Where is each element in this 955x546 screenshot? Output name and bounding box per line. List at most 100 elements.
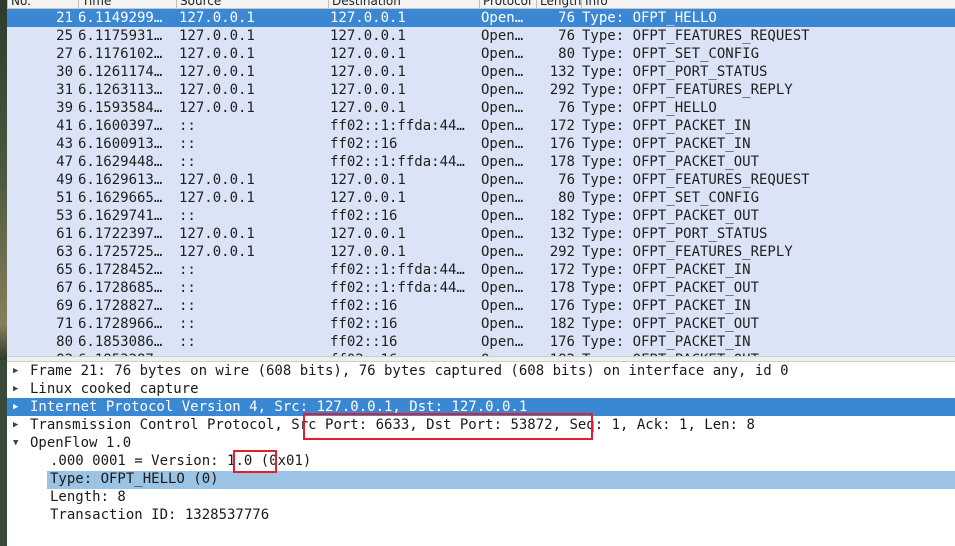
col-header-length[interactable]: Length <box>536 0 581 8</box>
cell-destination: ff02::1:ffda:44… <box>330 280 465 296</box>
cell-no: 51 <box>56 190 73 206</box>
tree-frame[interactable]: ▶ Frame 21: 76 bytes on wire (608 bits),… <box>7 362 955 380</box>
packet-row[interactable]: 65 6.1728452…:: ff02::1:ffda:44… Open… 172 Ty… <box>7 261 955 279</box>
packet-row[interactable]: 80 6.1853086…:: ff02::16 Open… 176 Type: OFPT… <box>7 333 955 351</box>
cell-protocol: Open… <box>481 316 524 332</box>
cell-destination: 127.0.0.1 <box>330 28 406 44</box>
cell-destination: 127.0.0.1 <box>330 100 406 116</box>
cell-destination: ff02::16 <box>330 334 398 350</box>
version-prefix: .000 0001 = Version: <box>50 453 228 469</box>
packet-row[interactable]: 30 6.1261174… 127.0.0.1 127.0.0.1 Open… 132 Ty… <box>7 63 955 81</box>
cell-time: 6.1176102… <box>78 46 163 62</box>
packet-row[interactable]: 21 6.1149299… 127.0.0.1 127.0.0.1 Open… 76 Typ… <box>7 9 955 27</box>
packet-row[interactable]: 49 6.1629613… 127.0.0.1 127.0.0.1 Open… 76 Typ… <box>7 171 955 189</box>
cell-protocol: Open… <box>481 262 524 278</box>
packet-row[interactable]: 41 6.1600397…:: ff02::1:ffda:44… Open… 172 Ty… <box>7 117 955 135</box>
packet-row[interactable]: 69 6.1728827…:: ff02::16 Open… 176 Type: OFPT… <box>7 297 955 315</box>
cell-length: 80 <box>558 46 575 62</box>
col-header-source[interactable]: Source <box>176 0 328 8</box>
cell-protocol: Open… <box>481 244 524 260</box>
field-length[interactable]: Length: 8 <box>7 488 955 506</box>
cell-source: :: <box>179 154 196 170</box>
cell-info: Type: OFPT_HELLO <box>582 100 717 116</box>
cell-info: Type: OFPT_PACKET_OUT <box>582 154 760 170</box>
tree-openflow-label: OpenFlow 1.0 <box>30 435 132 451</box>
col-header-time[interactable]: Time <box>78 0 176 8</box>
tree-linux-cooked[interactable]: ▶ Linux cooked capture <box>7 380 955 398</box>
cell-length: 176 <box>549 136 575 152</box>
cell-length: 176 <box>549 334 575 350</box>
cell-info: Type: OFPT_PACKET_IN <box>582 118 751 134</box>
expand-arrow-icon[interactable]: ▶ <box>13 398 23 416</box>
cell-info: Type: OFPT_SET_CONFIG <box>582 46 760 62</box>
expand-arrow-icon[interactable]: ▶ <box>13 380 23 398</box>
cell-info: Type: OFPT_PORT_STATUS <box>582 226 768 242</box>
col-header-destination[interactable]: Destination <box>328 0 479 8</box>
packet-row[interactable]: 43 6.1600913…:: ff02::16 Open… 176 Type: OFPT… <box>7 135 955 153</box>
packet-row[interactable]: 63 6.1725725… 127.0.0.1 127.0.0.1 Open… 292 Ty… <box>7 243 955 261</box>
cell-info: Type: OFPT_SET_CONFIG <box>582 190 760 206</box>
packet-details[interactable]: ▶ Frame 21: 76 bytes on wire (608 bits),… <box>7 362 955 546</box>
field-type[interactable]: Type: OFPT_HELLO (0) <box>7 470 955 488</box>
collapse-arrow-icon[interactable]: ▼ <box>13 434 23 452</box>
cell-destination: 127.0.0.1 <box>330 226 406 242</box>
cell-info: Type: OFPT_FEATURES_REQUEST <box>582 172 810 188</box>
packet-row[interactable]: 25 6.1175931… 127.0.0.1 127.0.0.1 Open… 76 Typ… <box>7 27 955 45</box>
packet-list[interactable]: No. Time Source Destination Protocol Len… <box>7 0 955 356</box>
packet-row[interactable]: 27 6.1176102… 127.0.0.1 127.0.0.1 Open… 80 Typ… <box>7 45 955 63</box>
cell-time: 6.1728452… <box>78 262 163 278</box>
cell-time: 6.1263113… <box>78 82 163 98</box>
field-length-label: Length: 8 <box>50 489 126 505</box>
annotation-box-ports <box>303 413 593 440</box>
tree-linux-label: Linux cooked capture <box>30 381 199 397</box>
cell-time: 6.1722397… <box>78 226 163 242</box>
packet-row[interactable]: 31 6.1263113… 127.0.0.1 127.0.0.1 Open… 292 Ty… <box>7 81 955 99</box>
packet-row[interactable]: 67 6.1728685…:: ff02::1:ffda:44… Open… 178 Ty… <box>7 279 955 297</box>
cell-time: 6.1629741… <box>78 208 163 224</box>
cell-protocol: Open… <box>481 10 524 26</box>
cell-no: 41 <box>56 118 73 134</box>
cell-source: 127.0.0.1 <box>179 28 255 44</box>
cell-info: Type: OFPT_PORT_STATUS <box>582 64 768 80</box>
packet-row[interactable]: 53 6.1629741…:: ff02::16 Open… 182 Type: OFPT… <box>7 207 955 225</box>
cell-time: 6.1593584… <box>78 100 163 116</box>
col-header-no[interactable]: No. <box>7 0 78 8</box>
cell-source: :: <box>179 280 196 296</box>
cell-protocol: Open… <box>481 100 524 116</box>
cell-protocol: Open… <box>481 190 524 206</box>
cell-destination: 127.0.0.1 <box>330 172 406 188</box>
field-type-label: Type: OFPT_HELLO (0) <box>50 471 219 487</box>
cell-source: 127.0.0.1 <box>179 100 255 116</box>
cell-destination: ff02::16 <box>330 208 398 224</box>
cell-time: 6.1728827… <box>78 298 163 314</box>
cell-info: Type: OFPT_PACKET_IN <box>582 334 751 350</box>
field-transaction-id[interactable]: Transaction ID: 1328537776 <box>7 506 955 524</box>
cell-protocol: Open… <box>481 46 524 62</box>
packet-row[interactable]: 71 6.1728966…:: ff02::16 Open… 182 Type: OFPT… <box>7 315 955 333</box>
cell-info: Type: OFPT_PACKET_OUT <box>582 208 760 224</box>
expand-arrow-icon[interactable]: ▶ <box>13 362 23 380</box>
field-version[interactable]: .000 0001 = Version: 1.0 (0x01) <box>7 452 955 470</box>
cell-destination: ff02::16 <box>330 316 398 332</box>
cell-length: 76 <box>558 28 575 44</box>
col-header-info[interactable]: Info <box>581 0 955 8</box>
packet-row[interactable]: 61 6.1722397… 127.0.0.1 127.0.0.1 Open… 132 Ty… <box>7 225 955 243</box>
packet-row[interactable]: 47 6.1629448…:: ff02::1:ffda:44… Open… 178 Ty… <box>7 153 955 171</box>
cell-length: 182 <box>549 316 575 332</box>
cell-no: 27 <box>56 46 73 62</box>
cell-destination: ff02::16 <box>330 136 398 152</box>
cell-destination: ff02::1:ffda:44… <box>330 154 465 170</box>
cell-info: Type: OFPT_PACKET_IN <box>582 262 751 278</box>
expand-arrow-icon[interactable]: ▶ <box>13 416 23 434</box>
cell-length: 132 <box>549 226 575 242</box>
cell-length: 292 <box>549 244 575 260</box>
cell-no: 80 <box>56 334 73 350</box>
col-header-protocol[interactable]: Protocol <box>479 0 536 8</box>
cell-destination: ff02::16 <box>330 298 398 314</box>
tree-frame-label: Frame 21: 76 bytes on wire (608 bits), 7… <box>30 363 789 379</box>
cell-source: :: <box>179 334 196 350</box>
packet-row[interactable]: 39 6.1593584… 127.0.0.1 127.0.0.1 Open… 76 Typ… <box>7 99 955 117</box>
cell-source: 127.0.0.1 <box>179 190 255 206</box>
cell-protocol: Open… <box>481 64 524 80</box>
packet-row[interactable]: 51 6.1629665… 127.0.0.1 127.0.0.1 Open… 80 Typ… <box>7 189 955 207</box>
